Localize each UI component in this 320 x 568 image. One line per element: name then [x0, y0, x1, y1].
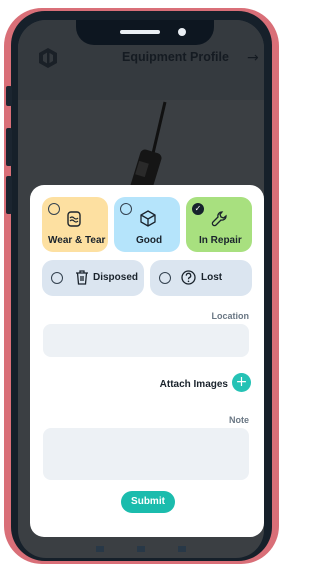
wrench-icon — [211, 211, 227, 227]
status-option-in-repair[interactable]: ✓ In Repair — [186, 197, 252, 252]
attach-images-label[interactable]: Attach Images — [160, 379, 228, 390]
status-option-good[interactable]: Good — [114, 197, 180, 252]
side-button — [6, 86, 12, 106]
status-option-wear-and-tear[interactable]: Wear & Tear — [42, 197, 108, 252]
nav-dot[interactable] — [96, 546, 104, 552]
cube-icon — [140, 210, 156, 227]
camera-icon — [178, 28, 186, 36]
status-option-disposed[interactable]: Disposed — [42, 260, 144, 296]
side-button — [6, 176, 12, 214]
question-icon — [181, 270, 196, 285]
status-option-label: Good — [136, 235, 163, 246]
arrow-right-icon[interactable]: → — [247, 50, 259, 66]
note-textarea[interactable] — [43, 428, 249, 480]
location-label: Location — [211, 311, 250, 321]
status-option-label: In Repair — [199, 235, 242, 246]
page-title: Equipment Profile — [122, 50, 229, 64]
radio-button[interactable] — [120, 203, 132, 215]
note-label: Note — [229, 415, 249, 425]
side-button — [6, 128, 12, 166]
bottom-nav — [96, 546, 186, 552]
radio-button[interactable] — [159, 272, 171, 284]
submit-button[interactable]: Submit — [121, 491, 175, 513]
app-screen: Equipment Profile → Wear & Tear Good ✓ I… — [18, 20, 264, 558]
status-option-lost[interactable]: Lost — [150, 260, 252, 296]
trash-icon — [76, 270, 88, 285]
location-input[interactable] — [43, 324, 249, 357]
speaker-icon — [120, 30, 160, 34]
nav-dot[interactable] — [137, 546, 145, 552]
status-option-label: Wear & Tear — [48, 235, 106, 246]
add-image-button[interactable]: + — [232, 373, 251, 392]
hexagon-logo-icon[interactable] — [37, 47, 59, 69]
status-option-label: Disposed — [93, 272, 139, 283]
radio-button[interactable] — [48, 203, 60, 215]
radio-button[interactable] — [51, 272, 63, 284]
status-option-label: Lost — [201, 272, 223, 283]
check-icon[interactable]: ✓ — [192, 203, 204, 215]
wear-icon — [67, 211, 81, 227]
nav-dot[interactable] — [178, 546, 186, 552]
status-update-card: Wear & Tear Good ✓ In Repair Disposed Lo… — [30, 185, 264, 537]
device-notch — [76, 20, 214, 45]
